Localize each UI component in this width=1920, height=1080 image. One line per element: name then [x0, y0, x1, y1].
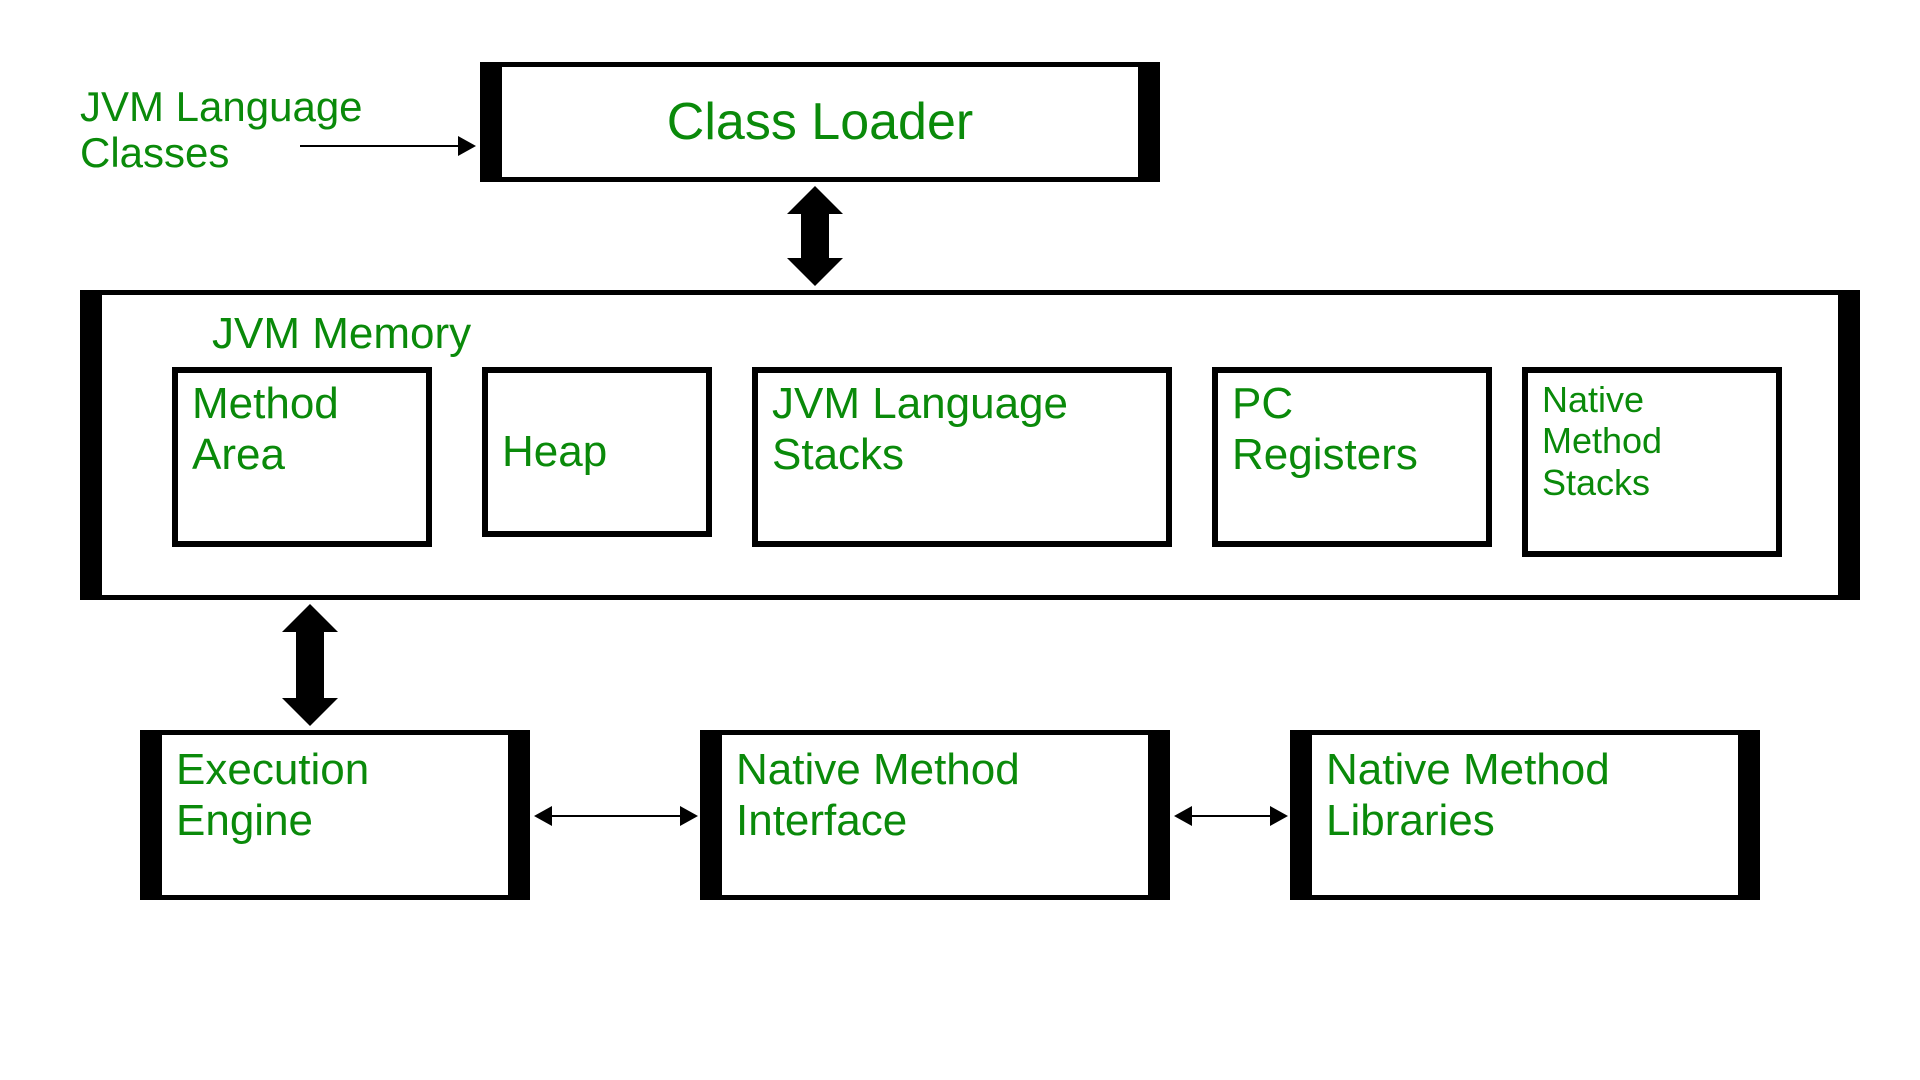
- arrow-to-class-loader: [300, 145, 458, 147]
- text-line: PC: [1232, 379, 1418, 430]
- arrow-head-icon: [1270, 806, 1288, 826]
- class-loader-box: Class Loader: [480, 62, 1160, 182]
- native-method-libraries-box: Native Method Libraries: [1290, 730, 1760, 900]
- text-line: Stacks: [1542, 462, 1662, 503]
- text-line: Area: [192, 430, 339, 481]
- text-line: JVM Language: [772, 379, 1068, 430]
- arrow-head-icon: [1174, 806, 1192, 826]
- double-arrow-vertical-icon: [285, 604, 335, 726]
- heap-box: Heap: [482, 367, 712, 537]
- arrow-head-icon: [680, 806, 698, 826]
- text-line: Native: [1542, 379, 1662, 420]
- text-line: JVM Language: [80, 84, 363, 130]
- text-line: Interface: [736, 796, 1020, 847]
- text-line: Method: [1542, 420, 1662, 461]
- text-line: Libraries: [1326, 796, 1610, 847]
- heap-label: Heap: [502, 427, 607, 478]
- arrow-head-icon: [534, 806, 552, 826]
- text-line: Engine: [176, 796, 369, 847]
- jvm-language-stacks-box: JVM Language Stacks: [752, 367, 1172, 547]
- pc-registers-box: PC Registers: [1212, 367, 1492, 547]
- native-method-stacks-box: Native Method Stacks: [1522, 367, 1782, 557]
- text-line: Stacks: [772, 430, 1068, 481]
- double-arrow-line: [1192, 815, 1270, 817]
- arrow-head-icon: [458, 136, 476, 156]
- text-line: Classes: [80, 130, 363, 176]
- text-line: Native Method: [1326, 745, 1610, 796]
- double-arrow-line: [552, 815, 680, 817]
- text-line: Method: [192, 379, 339, 430]
- class-loader-label: Class Loader: [516, 92, 1124, 152]
- jvm-memory-container: JVM Memory Method Area Heap JVM Language…: [80, 290, 1860, 600]
- method-area-box: Method Area: [172, 367, 432, 547]
- jvm-memory-inner: Method Area Heap JVM Language Stacks PC …: [132, 367, 1808, 577]
- text-line: Registers: [1232, 430, 1418, 481]
- text-line: Execution: [176, 745, 369, 796]
- jvm-memory-title: JVM Memory: [212, 309, 1808, 359]
- native-method-interface-box: Native Method Interface: [700, 730, 1170, 900]
- double-arrow-vertical-icon: [790, 186, 840, 286]
- execution-engine-box: Execution Engine: [140, 730, 530, 900]
- text-line: Native Method: [736, 745, 1020, 796]
- jvm-language-classes-label: JVM Language Classes: [80, 84, 363, 176]
